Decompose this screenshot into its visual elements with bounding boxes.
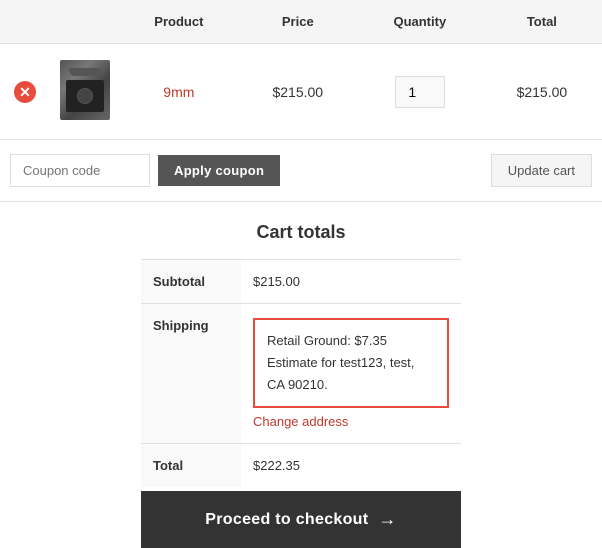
cart-totals-table: Subtotal $215.00 Shipping Retail Ground:…	[141, 259, 461, 487]
subtotal-value: $215.00	[241, 260, 461, 304]
shipping-row: Shipping Retail Ground: $7.35 Estimate f…	[141, 304, 461, 444]
remove-item-button[interactable]: ✕	[14, 81, 36, 103]
col-header-total: Total	[482, 0, 602, 44]
subtotal-label: Subtotal	[141, 260, 241, 304]
shipping-box: Retail Ground: $7.35 Estimate for test12…	[253, 318, 449, 408]
total-row: Total $222.35	[141, 444, 461, 488]
product-image-cell	[50, 44, 120, 140]
checkout-arrow-icon: →	[378, 509, 396, 530]
product-image	[60, 60, 110, 120]
product-qty-cell	[358, 44, 482, 140]
cart-actions: Apply coupon Update cart	[0, 140, 602, 202]
cart-table: Product Price Quantity Total ✕	[0, 0, 602, 140]
col-header-product: Product	[120, 0, 238, 44]
total-value: $222.35	[241, 444, 461, 488]
quantity-input[interactable]	[395, 76, 445, 108]
col-header-remove	[0, 0, 50, 44]
product-total: $215.00	[517, 84, 568, 100]
change-address-link[interactable]: Change address	[253, 414, 449, 429]
coupon-input[interactable]	[10, 154, 150, 187]
product-price-cell: $215.00	[238, 44, 358, 140]
cart-totals-title: Cart totals	[256, 222, 345, 243]
col-header-image	[50, 0, 120, 44]
shipping-value-cell: Retail Ground: $7.35 Estimate for test12…	[241, 304, 461, 444]
product-total-cell: $215.00	[482, 44, 602, 140]
product-name-cell: 9mm	[120, 44, 238, 140]
checkout-button-label: Proceed to checkout	[205, 511, 368, 529]
checkout-button-container: Proceed to checkout →	[141, 491, 461, 548]
subtotal-row: Subtotal $215.00	[141, 260, 461, 304]
table-row: ✕ 9mm $215.00	[0, 44, 602, 140]
coupon-area: Apply coupon	[10, 154, 280, 187]
product-name: 9mm	[163, 84, 194, 100]
cart-totals-section: Cart totals Subtotal $215.00 Shipping Re…	[0, 202, 602, 548]
col-header-quantity: Quantity	[358, 0, 482, 44]
product-price: $215.00	[272, 84, 323, 100]
shipping-estimate: Estimate for test123, test, CA 90210.	[267, 352, 435, 396]
proceed-to-checkout-button[interactable]: Proceed to checkout →	[141, 491, 461, 548]
total-label: Total	[141, 444, 241, 488]
shipping-label: Shipping	[141, 304, 241, 444]
col-header-price: Price	[238, 0, 358, 44]
update-cart-button[interactable]: Update cart	[491, 154, 592, 187]
remove-cell: ✕	[0, 44, 50, 140]
product-thumbnail	[60, 60, 110, 120]
shipping-method: Retail Ground: $7.35	[267, 330, 435, 352]
apply-coupon-button[interactable]: Apply coupon	[158, 155, 280, 186]
